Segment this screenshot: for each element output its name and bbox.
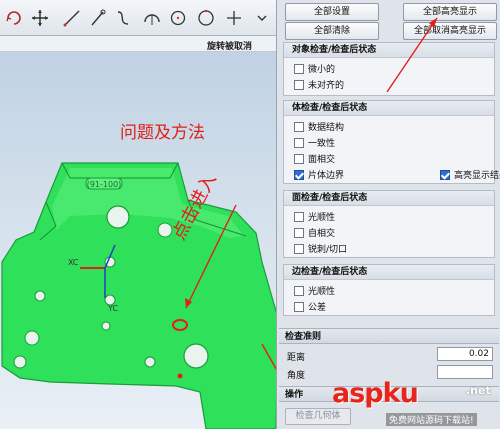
hole: [106, 205, 130, 229]
part-label: (91-100): [87, 180, 122, 189]
problem-mark: [177, 373, 183, 379]
watermark-tld: .net: [466, 384, 491, 397]
part-model: (91-100): [1, 162, 276, 429]
axis-y-label: YC: [108, 304, 119, 313]
problem-title: 问题及方法: [120, 123, 205, 143]
hole: [24, 330, 40, 346]
graphics-viewport[interactable]: 旋转被取消 (91-100) XC YC 问题及方法 点击进入: [0, 0, 276, 429]
annotation-arrowhead: [429, 18, 437, 28]
watermark: aspku .net 免费网站源码下载站!: [326, 378, 500, 429]
hole: [183, 343, 209, 369]
annotation-arrow: [386, 17, 438, 93]
hole: [34, 290, 46, 302]
hole: [144, 356, 156, 368]
examine-geometry-panel: 全部设置 全部高亮显示 全部清除 全部取消高亮显示 对象检查/检查后状态 微小的…: [276, 0, 500, 429]
hole: [101, 321, 111, 331]
annotation-overlay: [386, 17, 438, 93]
watermark-subtitle: 免费网站源码下载站!: [386, 413, 477, 426]
hole: [13, 355, 27, 369]
axis-x-label: XC: [68, 258, 79, 267]
watermark-brand: aspku: [332, 378, 419, 409]
